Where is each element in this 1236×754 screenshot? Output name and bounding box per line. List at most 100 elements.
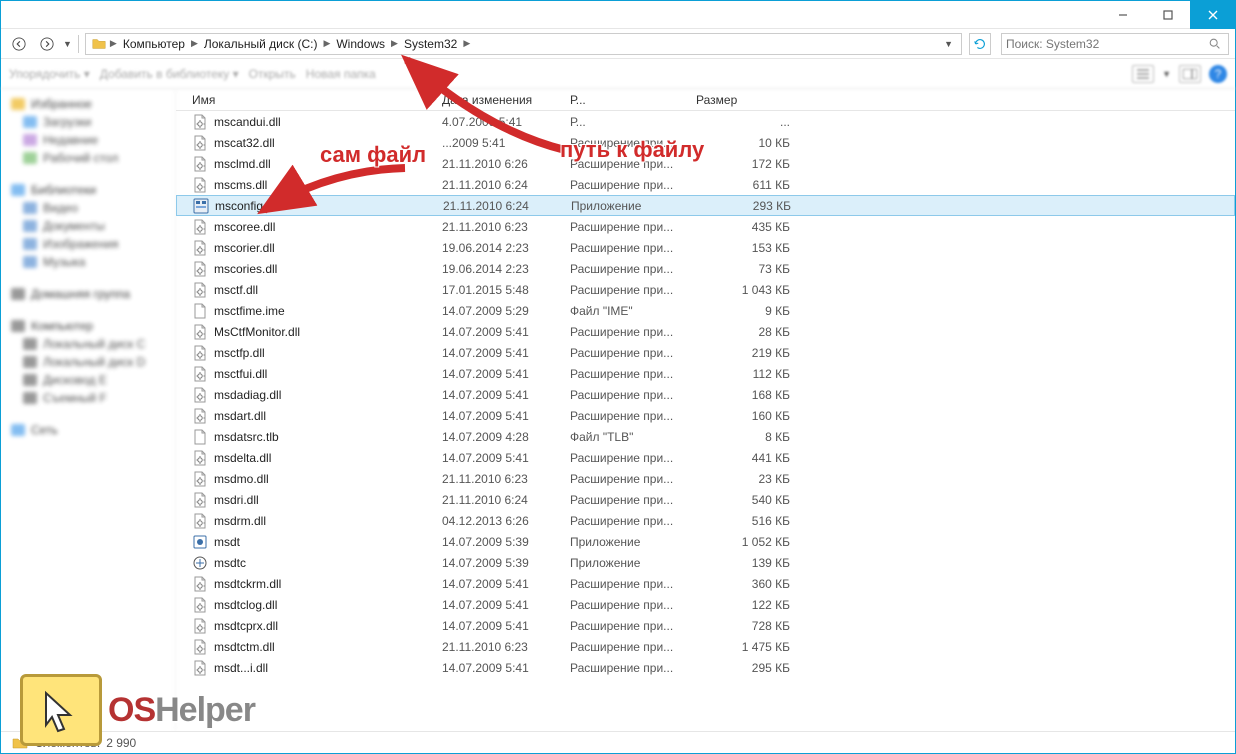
file-type-cell: Расширение при...: [562, 472, 688, 486]
table-row[interactable]: msconfig21.11.2010 6:24Приложение293 КБ: [176, 195, 1235, 216]
folder-icon: [90, 35, 108, 53]
table-row[interactable]: msdmo.dll21.11.2010 6:23Расширение при..…: [176, 468, 1235, 489]
breadcrumb-dropdown-icon[interactable]: ▼: [940, 39, 957, 49]
file-type-cell: Расширение при...: [562, 577, 688, 591]
navigation-pane[interactable]: Избранное Загрузки Недавние Рабочий стол…: [1, 89, 176, 731]
back-button[interactable]: [7, 32, 31, 56]
forward-button[interactable]: [35, 32, 59, 56]
file-type-icon: [192, 387, 208, 403]
breadcrumb-crumb-2[interactable]: Windows: [332, 37, 389, 51]
file-name-cell: msconfig: [185, 198, 435, 214]
file-type-icon: [192, 156, 208, 172]
table-row[interactable]: msdtctm.dll21.11.2010 6:23Расширение при…: [176, 636, 1235, 657]
table-row[interactable]: msdadiag.dll14.07.2009 5:41Расширение пр…: [176, 384, 1235, 405]
chevron-right-icon[interactable]: ▶: [391, 38, 398, 49]
file-type-icon: [192, 576, 208, 592]
address-bar[interactable]: ▶ Компьютер ▶ Локальный диск (C:) ▶ Wind…: [85, 33, 962, 55]
file-type-cell: Приложение: [562, 535, 688, 549]
refresh-button[interactable]: [969, 33, 991, 55]
chevron-right-icon[interactable]: ▶: [463, 38, 470, 49]
file-size-cell: 219 КБ: [688, 346, 798, 360]
file-date-cell: 21.11.2010 6:26: [434, 157, 562, 171]
file-type-icon: [192, 597, 208, 613]
table-row[interactable]: msdtclog.dll14.07.2009 5:41Расширение пр…: [176, 594, 1235, 615]
table-row[interactable]: msdtckrm.dll14.07.2009 5:41Расширение пр…: [176, 573, 1235, 594]
search-box[interactable]: [1001, 33, 1229, 55]
table-row[interactable]: mscoree.dll21.11.2010 6:23Расширение при…: [176, 216, 1235, 237]
table-row[interactable]: msdt...i.dll14.07.2009 5:41Расширение пр…: [176, 657, 1235, 678]
column-date[interactable]: Дата изменения: [434, 93, 562, 107]
help-icon[interactable]: ?: [1209, 65, 1227, 83]
file-type-cell: Файл "IME": [562, 304, 688, 318]
file-name-label: msdtclog.dll: [214, 598, 277, 612]
file-name-cell: msdtclog.dll: [184, 597, 434, 613]
search-input[interactable]: [1006, 37, 1224, 51]
file-type-cell: Расширение при...: [562, 283, 688, 297]
view-toggle-icon[interactable]: [1132, 65, 1154, 83]
preview-pane-icon[interactable]: [1179, 65, 1201, 83]
table-row[interactable]: msdtc14.07.2009 5:39Приложение139 КБ: [176, 552, 1235, 573]
column-name[interactable]: Имя: [184, 93, 434, 107]
file-name-cell: msdelta.dll: [184, 450, 434, 466]
chevron-right-icon[interactable]: ▶: [110, 38, 117, 49]
maximize-icon: [1162, 9, 1174, 21]
file-type-cell: Расширение при...: [562, 346, 688, 360]
table-row[interactable]: msctfime.ime14.07.2009 5:29Файл "IME"9 К…: [176, 300, 1235, 321]
table-row[interactable]: msdt14.07.2009 5:39Приложение1 052 КБ: [176, 531, 1235, 552]
breadcrumb-crumb-0[interactable]: Компьютер: [119, 37, 189, 51]
file-name-label: msconfig: [215, 199, 263, 213]
history-dropdown-icon[interactable]: ▼: [63, 39, 72, 49]
navbar: ▼ ▶ Компьютер ▶ Локальный диск (C:) ▶ Wi…: [1, 29, 1235, 59]
statusbar: Элементов: 2 990: [1, 731, 1235, 753]
chevron-right-icon[interactable]: ▶: [191, 38, 198, 49]
table-row[interactable]: mscories.dll19.06.2014 2:23Расширение пр…: [176, 258, 1235, 279]
file-type-cell: Расширение при...: [562, 136, 688, 150]
table-row[interactable]: MsCtfMonitor.dll14.07.2009 5:41Расширени…: [176, 321, 1235, 342]
file-date-cell: 14.07.2009 5:41: [434, 451, 562, 465]
file-date-cell: 21.11.2010 6:24: [434, 178, 562, 192]
table-row[interactable]: msctf.dll17.01.2015 5:48Расширение при..…: [176, 279, 1235, 300]
table-row[interactable]: mscandui.dll4.07.2009 5:41Р......: [176, 111, 1235, 132]
file-type-cell: Расширение при...: [562, 493, 688, 507]
table-row[interactable]: msdelta.dll14.07.2009 5:41Расширение при…: [176, 447, 1235, 468]
table-row[interactable]: msctfui.dll14.07.2009 5:41Расширение при…: [176, 363, 1235, 384]
file-type-icon: [192, 324, 208, 340]
file-name-cell: mscandui.dll: [184, 114, 434, 130]
file-date-cell: 19.06.2014 2:23: [434, 262, 562, 276]
table-row[interactable]: msdri.dll21.11.2010 6:24Расширение при..…: [176, 489, 1235, 510]
file-name-cell: msdmo.dll: [184, 471, 434, 487]
table-row[interactable]: mscat32.dll...2009 5:41Расширение при...…: [176, 132, 1235, 153]
column-size[interactable]: Размер: [688, 93, 798, 107]
file-type-icon: [192, 471, 208, 487]
file-name-label: mscorier.dll: [214, 241, 275, 255]
close-button[interactable]: [1190, 1, 1235, 29]
file-list[interactable]: mscandui.dll4.07.2009 5:41Р......mscat32…: [176, 111, 1235, 731]
maximize-button[interactable]: [1145, 1, 1190, 29]
file-date-cell: 14.07.2009 5:41: [434, 661, 562, 675]
breadcrumb-crumb-3[interactable]: System32: [400, 37, 461, 51]
table-row[interactable]: msclmd.dll21.11.2010 6:26Расширение при.…: [176, 153, 1235, 174]
search-icon: [1208, 37, 1222, 51]
table-row[interactable]: mscorier.dll19.06.2014 2:23Расширение пр…: [176, 237, 1235, 258]
table-row[interactable]: mscms.dll21.11.2010 6:24Расширение при..…: [176, 174, 1235, 195]
file-size-cell: 153 КБ: [688, 241, 798, 255]
file-date-cell: ...2009 5:41: [434, 136, 562, 150]
file-type-icon: [192, 492, 208, 508]
chevron-right-icon[interactable]: ▶: [323, 38, 330, 49]
file-type-cell: Расширение при...: [562, 220, 688, 234]
status-count: 2 990: [106, 736, 136, 750]
column-type[interactable]: Р...: [562, 93, 688, 107]
table-row[interactable]: msdatsrc.tlb14.07.2009 4:28Файл "TLB"8 К…: [176, 426, 1235, 447]
file-size-cell: 8 КБ: [688, 430, 798, 444]
chevron-down-icon[interactable]: ▼: [1162, 69, 1171, 79]
table-row[interactable]: msdtcprx.dll14.07.2009 5:41Расширение пр…: [176, 615, 1235, 636]
table-row[interactable]: msdrm.dll04.12.2013 6:26Расширение при..…: [176, 510, 1235, 531]
file-type-cell: Расширение при...: [562, 157, 688, 171]
file-name-label: msdmo.dll: [214, 472, 269, 486]
file-type-icon: [192, 219, 208, 235]
minimize-button[interactable]: [1100, 1, 1145, 29]
breadcrumb-crumb-1[interactable]: Локальный диск (C:): [200, 37, 322, 51]
table-row[interactable]: msctfp.dll14.07.2009 5:41Расширение при.…: [176, 342, 1235, 363]
file-type-cell: Расширение при...: [562, 241, 688, 255]
table-row[interactable]: msdart.dll14.07.2009 5:41Расширение при.…: [176, 405, 1235, 426]
